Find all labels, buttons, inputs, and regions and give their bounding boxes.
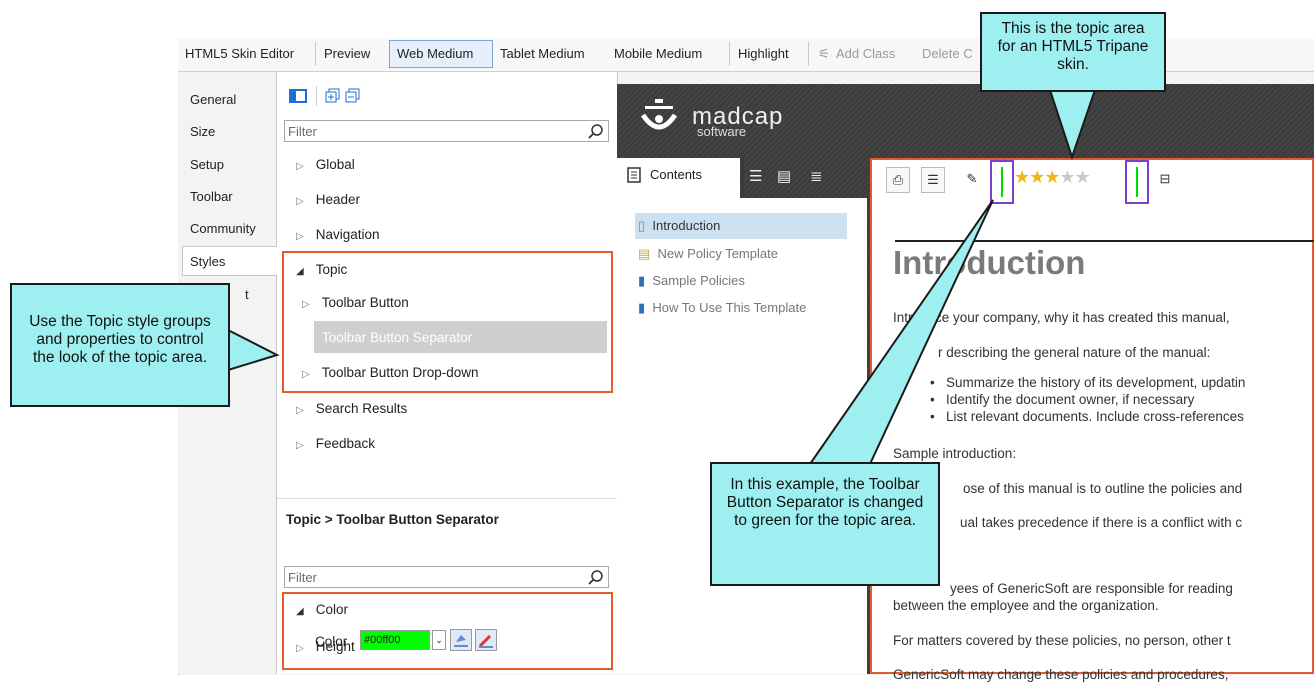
top-callout-pointer xyxy=(1048,89,1097,161)
bottom-callout-pointer xyxy=(808,199,994,465)
green-separator-callout: In this example, the Toolbar Button Sepa… xyxy=(710,462,940,586)
topic-area-callout: This is the topic area for an HTML5 Trip… xyxy=(980,12,1166,92)
left-callout-pointer xyxy=(227,328,280,372)
topic-style-groups-callout: Use the Topic style groups and propertie… xyxy=(10,283,230,407)
